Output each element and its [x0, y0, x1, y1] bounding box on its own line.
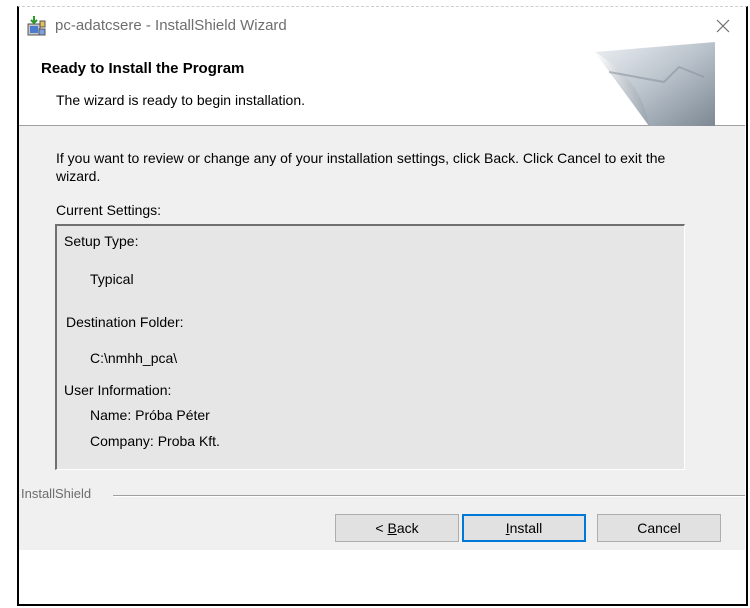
cancel-button[interactable]: Cancel [597, 514, 721, 542]
user-company-line: Company: Proba Kft. [90, 433, 220, 449]
user-name-line: Name: Próba Péter [90, 407, 210, 423]
user-information-label: User Information: [64, 382, 172, 398]
back-button-mnemonic: B [387, 520, 397, 536]
installshield-brand-label: InstallShield [21, 486, 96, 501]
current-settings-label: Current Settings: [56, 202, 162, 218]
settings-summary-box[interactable]: Setup Type: Typical Destination Folder: … [55, 224, 685, 470]
destination-folder-label: Destination Folder: [66, 314, 184, 330]
installshield-wizard-window: pc-adatcsere - InstallShield Wizard Read… [19, 8, 745, 550]
header-subtitle: The wizard is ready to begin installatio… [56, 92, 306, 108]
back-button[interactable]: < Back [335, 514, 459, 542]
brand-separator: InstallShield [19, 486, 745, 506]
back-button-prefix: < [375, 520, 388, 536]
install-button-label: nstall [509, 520, 543, 536]
instructions-text: If you want to review or change any of y… [56, 150, 666, 184]
setup-type-value: Typical [90, 271, 134, 287]
close-icon[interactable] [701, 8, 745, 44]
title-bar[interactable]: pc-adatcsere - InstallShield Wizard [19, 8, 745, 44]
cancel-button-label: Cancel [637, 520, 681, 536]
header-title: Ready to Install the Program [41, 60, 245, 77]
destination-folder-value: C:\nmhh_pca\ [90, 350, 178, 366]
separator-line [113, 495, 745, 497]
back-button-label: ack [396, 520, 419, 536]
installer-icon [25, 15, 47, 37]
install-button[interactable]: Install [462, 514, 586, 542]
window-title: pc-adatcsere - InstallShield Wizard [55, 17, 287, 34]
setup-type-label: Setup Type: [64, 233, 139, 249]
curled-page-graphic [589, 42, 715, 126]
wizard-header: Ready to Install the Program The wizard … [19, 42, 745, 126]
